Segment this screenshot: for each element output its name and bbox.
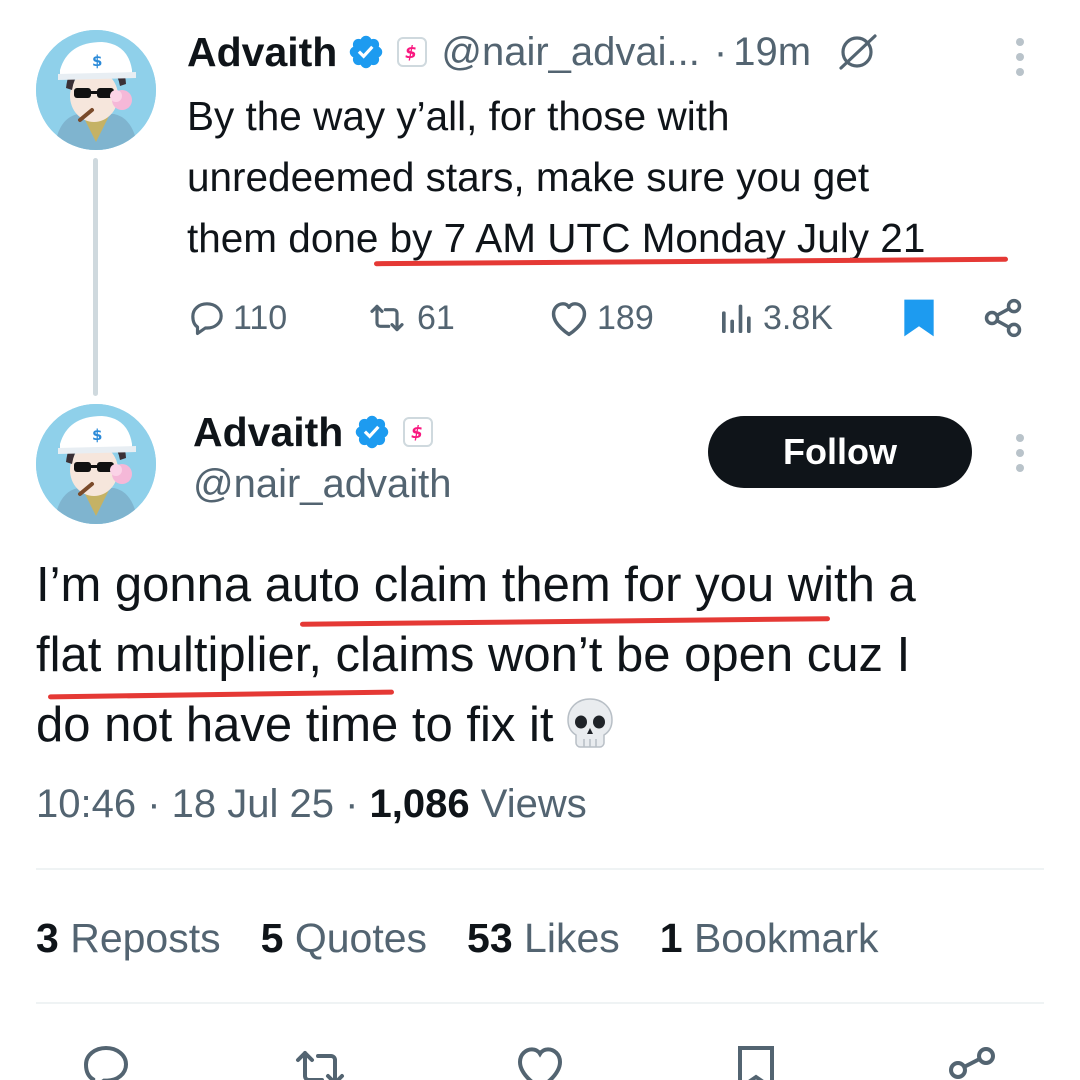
verified-badge-icon[interactable]: [353, 413, 391, 451]
parent-author-handle[interactable]: @nair_advai...: [441, 30, 700, 75]
tweet-date[interactable]: 18 Jul 25: [172, 782, 334, 826]
quotes-count: 5: [260, 915, 284, 961]
creator-subscription-icon: $: [403, 417, 434, 447]
meta-separator: ·: [136, 782, 172, 826]
reposts-label: Reposts: [58, 915, 221, 961]
share-icon: [984, 298, 1022, 338]
parent-more-dots-icon[interactable]: [1014, 38, 1026, 76]
quotes-stat[interactable]: 5 Quotes: [261, 915, 427, 962]
main-author-name-row: Advaith $: [193, 404, 434, 460]
reply-count: 110: [233, 298, 288, 337]
main-text-line-3: do not have time to fix it: [36, 690, 1056, 770]
divider-bottom: [36, 1002, 1044, 1004]
divider-top: [36, 868, 1044, 870]
likes-label: Likes: [512, 915, 620, 961]
likes-stat[interactable]: 53 Likes: [467, 915, 620, 962]
parent-text-line-2: unredeemed stars, make sure you get: [187, 154, 870, 200]
bookmark-icon: [904, 299, 934, 337]
share-icon[interactable]: [944, 1044, 1000, 1080]
repost-action[interactable]: 61: [363, 292, 455, 344]
reply-action[interactable]: 110: [187, 292, 287, 344]
quotes-label: Quotes: [283, 915, 428, 961]
svg-text:$: $: [92, 426, 102, 444]
main-author-handle[interactable]: @nair_advaith: [193, 462, 452, 507]
heart-icon[interactable]: [512, 1044, 568, 1080]
parent-author-name[interactable]: Advaith: [187, 29, 337, 76]
bookmark-action[interactable]: [899, 292, 945, 344]
parent-author-avatar[interactable]: $: [36, 30, 156, 150]
views-chart-icon: [722, 304, 751, 333]
main-text-line-3-text: do not have time to fix it: [36, 698, 554, 752]
main-more-dots-icon[interactable]: [1014, 434, 1026, 472]
reply-icon: [191, 302, 223, 336]
bookmarks-stat[interactable]: 1 Bookmark: [660, 915, 879, 962]
tweet-thread-view: $ Advaith $ @nair_advai... · 19m By the …: [0, 0, 1080, 1080]
views-action[interactable]: 3.8K: [717, 292, 833, 344]
tweet-meta: 10:46 · 18 Jul 25 · 1,086 Views: [36, 782, 587, 827]
heart-icon: [551, 302, 587, 337]
reply-icon[interactable]: [78, 1044, 134, 1080]
parent-text-line-1: By the way y’all, for those with: [187, 93, 730, 139]
svg-text:$: $: [405, 43, 417, 62]
reposts-count: 3: [36, 915, 59, 961]
bottom-action-bar: [0, 1040, 1080, 1080]
views-label: Views: [469, 782, 587, 826]
engagement-stats: 3 Reposts 5 Quotes 53 Likes 1 Bookmark: [36, 915, 919, 962]
parent-tweet-text: By the way y’all, for those with unredee…: [187, 86, 1047, 269]
views-count: 3.8K: [763, 298, 833, 337]
parent-tweet-time[interactable]: 19m: [733, 30, 811, 75]
reposts-stat[interactable]: 3 Reposts: [36, 915, 221, 962]
tweet-time[interactable]: 10:46: [36, 782, 136, 826]
bookmark-icon[interactable]: [732, 1044, 780, 1080]
parent-tweet-actions: 110 61 189 3.8K: [187, 292, 1027, 344]
bookmarks-count: 1: [659, 915, 683, 961]
share-action[interactable]: [981, 292, 1031, 344]
repost-icon[interactable]: [288, 1044, 352, 1080]
meta-separator: ·: [334, 782, 370, 826]
bookmarks-label: Bookmark: [682, 915, 879, 961]
main-author-name[interactable]: Advaith: [193, 409, 343, 456]
main-text-line-1: I’m gonna auto claim them for you with a: [36, 558, 916, 612]
verified-badge-icon[interactable]: [347, 33, 385, 71]
skull-emoji-icon: [562, 695, 618, 770]
main-text-line-2: flat multiplier, claims won’t be open cu…: [36, 628, 911, 682]
like-count: 189: [597, 298, 654, 337]
views-total: 1,086: [369, 782, 470, 826]
svg-text:$: $: [92, 52, 102, 70]
separator-dot: ·: [713, 29, 728, 74]
main-author-avatar[interactable]: $: [36, 404, 156, 524]
parent-tweet-header: Advaith $ @nair_advai... · 19m: [187, 24, 879, 80]
creator-subscription-icon: $: [397, 37, 428, 67]
repost-count: 61: [417, 298, 455, 337]
thread-connector-line: [93, 158, 98, 396]
follow-button[interactable]: Follow: [708, 416, 972, 488]
like-action[interactable]: 189: [547, 292, 654, 344]
svg-text:$: $: [411, 423, 423, 442]
repost-icon: [370, 304, 404, 332]
main-tweet-text: I’m gonna auto claim them for you with a…: [36, 550, 1056, 770]
grok-icon[interactable]: [835, 30, 879, 74]
likes-count: 53: [467, 915, 513, 961]
